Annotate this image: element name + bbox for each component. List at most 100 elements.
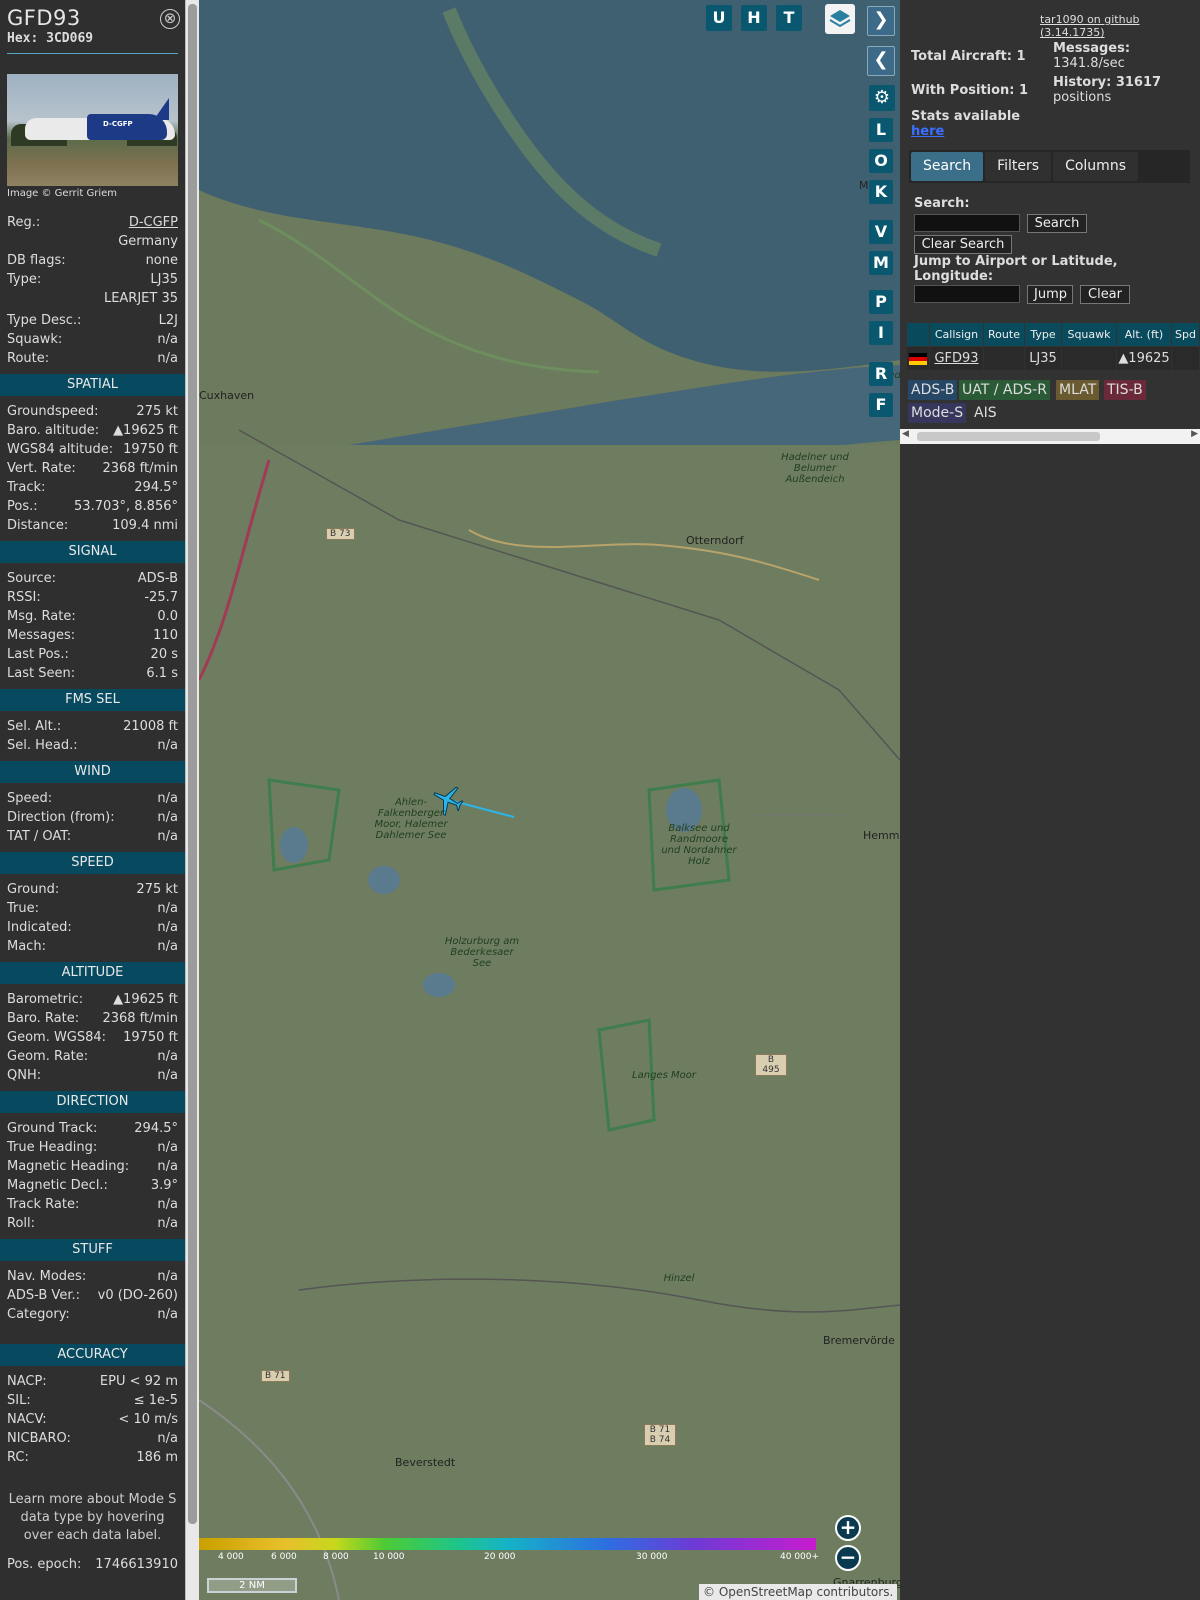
zoom-in-icon[interactable]: + xyxy=(835,1515,861,1541)
table-horizontal-scrollbar[interactable]: ◀ ▶ xyxy=(900,429,1200,444)
history-label: History: 31617 xyxy=(1053,75,1162,90)
map-button-f[interactable]: F xyxy=(869,393,893,417)
map-button-i[interactable]: I xyxy=(869,321,893,345)
map-place-label: Bremervörde xyxy=(823,1334,895,1347)
map-button-p[interactable]: P xyxy=(869,290,893,314)
info-label: Speed: xyxy=(7,791,53,806)
road-label: B 71 B 74 xyxy=(644,1424,676,1446)
info-value: LEARJET 35 xyxy=(103,291,178,306)
horizontal-scrollbar-thumb[interactable] xyxy=(917,432,1100,441)
info-value: n/a xyxy=(157,738,178,753)
close-icon[interactable]: ⊗ xyxy=(160,9,180,29)
info-label: Mach: xyxy=(7,939,46,954)
column-header-squawk[interactable]: Squawk xyxy=(1062,323,1116,346)
map-place-label: Langes Moor xyxy=(632,1070,696,1081)
info-label: Last Seen: xyxy=(7,666,76,681)
map-button-h[interactable]: H xyxy=(741,5,767,31)
search-button[interactable]: Search xyxy=(1027,214,1087,233)
total-aircraft-text: Total Aircraft: 1 xyxy=(911,49,1026,64)
column-header-speed[interactable]: Spd xyxy=(1172,323,1199,346)
row-callsign[interactable]: GFD93 xyxy=(930,347,983,370)
info-scrollbar-thumb[interactable] xyxy=(188,4,197,1524)
road-label: B 495 xyxy=(755,1054,787,1076)
legend-mlat[interactable]: MLAT xyxy=(1056,380,1100,400)
map-attribution[interactable]: © OpenStreetMap contributors. xyxy=(699,1584,898,1600)
map-button-k[interactable]: K xyxy=(869,180,893,204)
layers-icon[interactable] xyxy=(825,4,855,34)
map-button-t[interactable]: T xyxy=(776,5,802,31)
info-note: Learn more about Mode S data type by hov… xyxy=(8,1492,177,1543)
info-label: Baro. altitude: xyxy=(7,423,100,438)
info-row-distance: Distance: 109.4 nmi xyxy=(0,516,185,535)
clear-button[interactable]: Clear xyxy=(1080,285,1130,304)
map-button-u[interactable]: U xyxy=(706,5,732,31)
info-row-db-flags: DB flags: none xyxy=(0,251,185,270)
search-input[interactable] xyxy=(914,214,1020,232)
legend-ads-b[interactable]: ADS-B xyxy=(908,380,958,400)
info-value: 109.4 nmi xyxy=(112,518,178,533)
zoom-out-icon[interactable]: − xyxy=(835,1545,861,1571)
with-position: With Position: 1 xyxy=(911,83,1028,98)
info-row-sil: SIL: ≤ 1e-5 xyxy=(0,1391,185,1410)
jump-button[interactable]: Jump xyxy=(1027,285,1073,304)
map-button-l[interactable]: L xyxy=(869,118,893,142)
info-row-sel-alt: Sel. Alt.: 21008 ft xyxy=(0,717,185,736)
info-row-roll: Roll: n/a xyxy=(0,1214,185,1233)
legend-uat-ads-r[interactable]: UAT / ADS-R xyxy=(959,380,1050,400)
jump-input[interactable] xyxy=(914,285,1020,303)
tab-spacer xyxy=(1140,152,1186,181)
info-row-mach: Mach: n/a xyxy=(0,937,185,956)
altitude-scale-label: 40 000+ xyxy=(780,1552,820,1562)
info-row-source: Source: ADS-B xyxy=(0,569,185,588)
legend-mode-s[interactable]: Mode-S xyxy=(908,403,967,423)
github-link[interactable]: tar1090 on github (3.14.1735) xyxy=(1040,13,1200,39)
table-row[interactable]: GFD93 LJ35 ▲19625 xyxy=(907,347,1200,370)
tab-columns[interactable]: Columns xyxy=(1053,152,1138,181)
map-place-label: Holzurburg am Bederkesaer See xyxy=(444,936,520,969)
info-value[interactable]: D-CGFP xyxy=(129,213,178,232)
section-header-wind: WIND xyxy=(0,761,185,783)
clear-search-button[interactable]: Clear Search xyxy=(914,235,1012,254)
column-header-type[interactable]: Type xyxy=(1025,323,1061,346)
info-value: n/a xyxy=(157,810,178,825)
chevron-left-icon[interactable]: ❮ xyxy=(867,46,895,76)
road-label: B 73 xyxy=(326,528,355,540)
info-value: n/a xyxy=(157,1068,178,1083)
map-button-m[interactable]: M xyxy=(869,251,893,275)
section-header-fms-sel: FMS SEL xyxy=(0,689,185,711)
pos-epoch-value: 1746613910 xyxy=(95,1557,178,1572)
column-header-flag[interactable] xyxy=(907,323,929,346)
aircraft-photo[interactable]: D-CGFP xyxy=(7,74,178,186)
row-squawk xyxy=(1062,347,1116,370)
info-row-track: Track: 294.5° xyxy=(0,478,185,497)
info-label: Last Pos.: xyxy=(7,647,69,662)
info-value: LJ35 xyxy=(150,272,178,287)
column-header-callsign[interactable]: Callsign xyxy=(930,323,983,346)
chevron-right-icon[interactable]: ❯ xyxy=(867,6,895,36)
info-value: ≤ 1e-5 xyxy=(133,1393,178,1408)
map-button-o[interactable]: O xyxy=(869,149,893,173)
legend-tis-b[interactable]: TIS-B xyxy=(1104,380,1146,400)
tab-filters[interactable]: Filters xyxy=(985,152,1052,181)
altitude-color-scale xyxy=(199,1538,816,1550)
info-value: Germany xyxy=(118,234,178,249)
info-value: n/a xyxy=(157,1269,178,1284)
map-view[interactable]: Sankt MichaelisdonnMarneBrunsbüttelCuxha… xyxy=(199,0,900,1600)
info-label: Sel. Head.: xyxy=(7,738,78,753)
total-aircraft: Total Aircraft: 1 xyxy=(911,49,1026,64)
map-button-v[interactable]: V xyxy=(869,220,893,244)
map-place-label: Hinzel xyxy=(663,1273,695,1284)
stats-link[interactable]: here xyxy=(911,124,944,139)
scroll-right-icon[interactable]: ▶ xyxy=(1191,429,1198,439)
map-button-r[interactable]: R xyxy=(869,362,893,386)
legend-ais[interactable]: AIS xyxy=(971,403,1000,423)
info-value: 0.0 xyxy=(157,609,178,624)
info-label: ADS-B Ver.: xyxy=(7,1288,80,1303)
column-header-route[interactable]: Route xyxy=(984,323,1024,346)
tab-search[interactable]: Search xyxy=(911,152,984,181)
info-row-track-rate: Track Rate: n/a xyxy=(0,1195,185,1214)
settings-gear-icon[interactable]: ⚙ xyxy=(869,85,895,111)
info-scrollbar[interactable] xyxy=(185,0,199,1600)
scroll-left-icon[interactable]: ◀ xyxy=(902,429,909,439)
column-header-altitude[interactable]: Alt. (ft) xyxy=(1117,323,1171,346)
